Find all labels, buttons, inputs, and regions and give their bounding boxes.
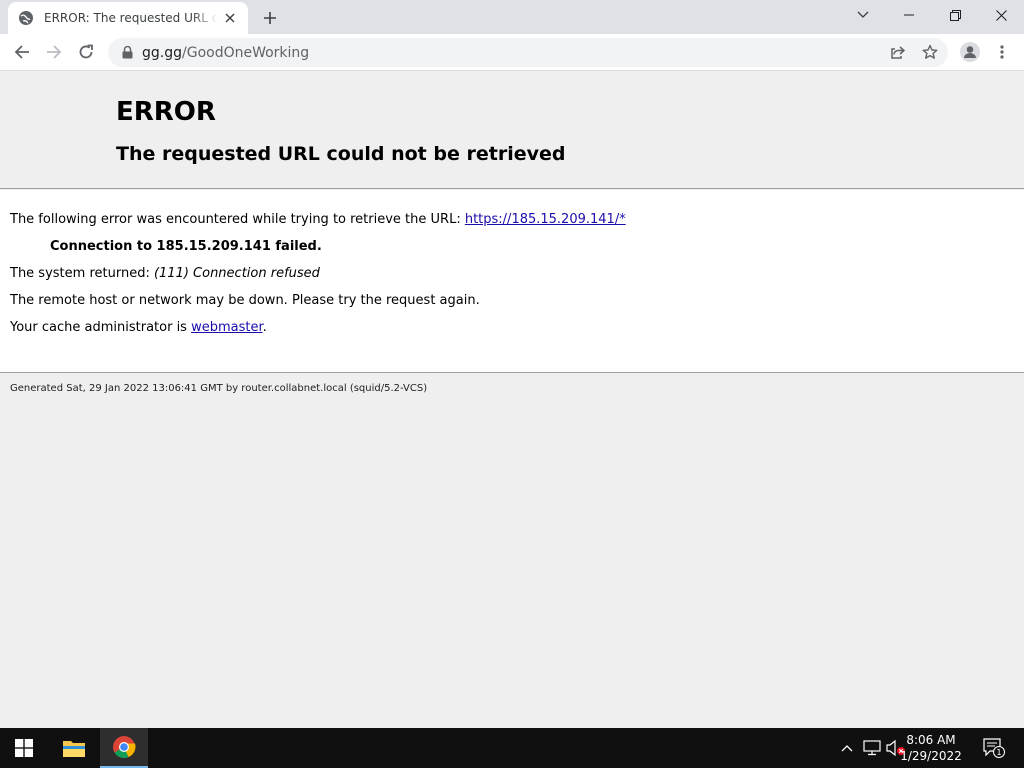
error-content: The following error was encountered whil… [0, 190, 1024, 373]
page-viewport: ERROR The requested URL could not be ret… [0, 71, 1024, 728]
clock-time: 8:06 AM [906, 733, 956, 747]
globe-icon [18, 10, 34, 26]
page-title: ERROR [116, 97, 216, 127]
generated-footer: Generated Sat, 29 Jan 2022 13:06:41 GMT … [10, 383, 428, 394]
cache-admin: Your cache administrator is webmaster. [10, 320, 267, 335]
person-icon [960, 42, 980, 62]
minimize-icon[interactable] [886, 0, 932, 30]
address-bar[interactable]: gg.gg/GoodOneWorking [108, 38, 948, 67]
file-explorer-button[interactable] [50, 728, 98, 768]
webmaster-link[interactable]: webmaster [191, 320, 263, 335]
chrome-icon [113, 736, 136, 758]
notification-count: 1 [996, 748, 1001, 757]
arrow-right-icon [47, 45, 62, 59]
reload-icon [79, 44, 93, 59]
menu-kebab-icon[interactable] [987, 37, 1017, 67]
tab-title: ERROR: The requested URL could not be re… [44, 11, 218, 25]
windows-logo-icon [15, 739, 33, 757]
arrow-left-icon [14, 45, 29, 59]
system-prefix: The system returned: [10, 266, 154, 281]
cache-suffix: . [262, 320, 267, 335]
share-icon[interactable] [883, 37, 913, 67]
lock-icon[interactable] [120, 46, 134, 60]
address-host: gg.gg [142, 44, 182, 61]
browser-toolbar: gg.gg/GoodOneWorking [0, 34, 1024, 71]
chrome-taskbar-button[interactable] [100, 728, 148, 768]
restore-icon[interactable] [932, 0, 978, 30]
address-path: /GoodOneWorking [182, 44, 310, 61]
new-tab-button[interactable] [258, 6, 282, 30]
connection-failed-text: Connection to 185.15.209.141 failed. [50, 239, 322, 254]
tab-strip: ERROR: The requested URL could not be re… [0, 0, 1024, 34]
forward-button[interactable] [39, 37, 69, 67]
reload-button[interactable] [71, 37, 101, 67]
profile-avatar[interactable] [955, 37, 985, 67]
remote-host-text: The remote host or network may be down. … [10, 293, 480, 308]
window-close-icon[interactable] [978, 0, 1024, 30]
back-button[interactable] [7, 37, 37, 67]
network-icon[interactable] [860, 728, 884, 768]
tab-active[interactable]: ERROR: The requested URL could not be re… [8, 2, 248, 34]
system-returned: The system returned: (111) Connection re… [10, 266, 320, 281]
intro-text: The following error was encountered whil… [10, 212, 465, 227]
start-button[interactable] [0, 728, 48, 768]
folder-icon [63, 741, 85, 757]
bookmark-star-icon[interactable] [915, 37, 945, 67]
notification-icon: 1 [983, 738, 1005, 758]
close-icon[interactable] [222, 10, 238, 26]
cache-prefix: Your cache administrator is [10, 320, 192, 335]
taskbar: 8:06 AM 1/29/2022 1 [0, 728, 1024, 768]
chevron-up-icon[interactable] [836, 728, 858, 768]
page-subtitle: The requested URL could not be retrieved [116, 143, 566, 165]
clock-date: 1/29/2022 [900, 749, 962, 763]
requested-url-link[interactable]: https://185.15.209.141/* [465, 212, 626, 227]
action-center-button[interactable]: 1 [978, 728, 1010, 768]
system-error-value: (111) Connection refused [153, 266, 320, 281]
tab-search-icon[interactable] [840, 0, 886, 30]
system-clock[interactable]: 8:06 AM 1/29/2022 [896, 732, 966, 764]
error-intro: The following error was encountered whil… [10, 212, 626, 227]
error-header: ERROR The requested URL could not be ret… [0, 71, 1024, 189]
address-url: gg.gg/GoodOneWorking [142, 45, 309, 61]
